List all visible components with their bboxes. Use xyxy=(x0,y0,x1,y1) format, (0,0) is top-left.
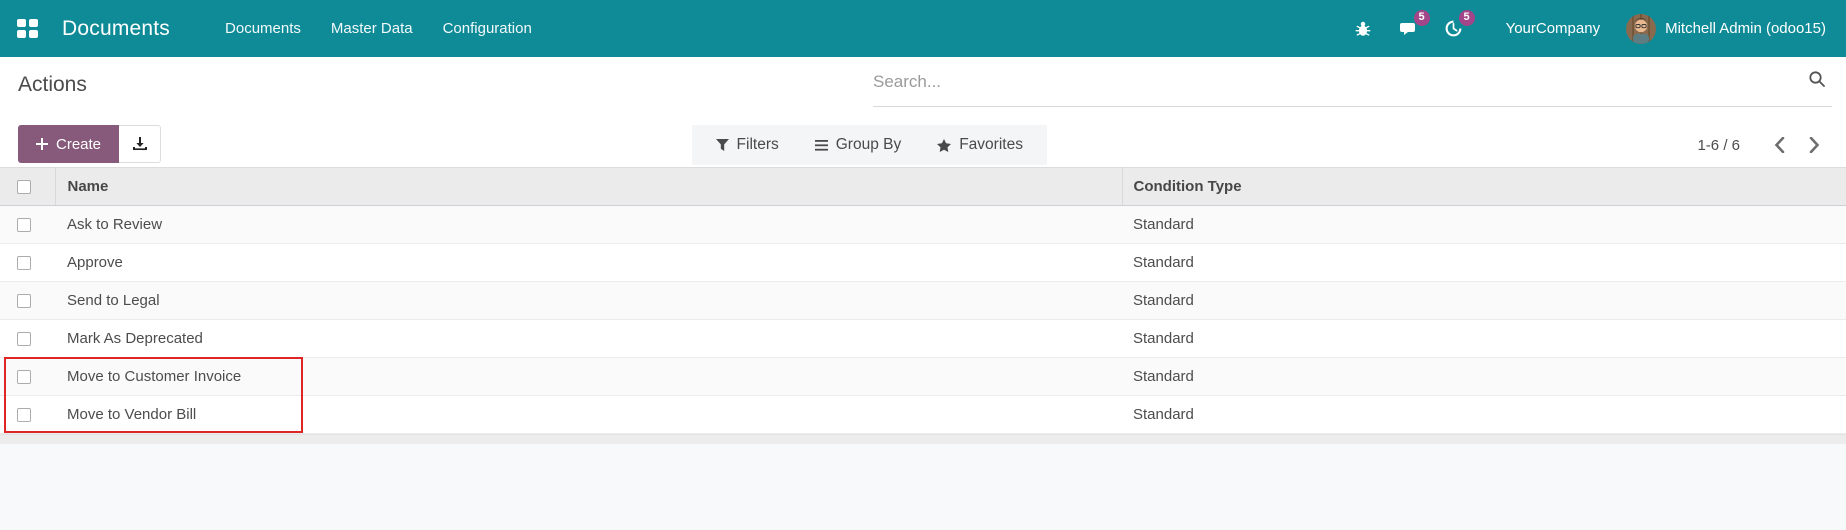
user-menu[interactable]: Mitchell Admin (odoo15) xyxy=(1622,0,1830,57)
row-condition-type[interactable]: Standard xyxy=(1122,396,1846,434)
menu-master-data[interactable]: Master Data xyxy=(316,0,428,57)
apps-grid-square xyxy=(17,19,26,27)
apps-grid-square xyxy=(29,30,38,38)
activities-menu[interactable]: 5 xyxy=(1431,0,1476,57)
download-export-icon xyxy=(132,137,148,152)
search-bar xyxy=(873,57,1832,107)
search-options-bar: Filters Group By Favorites xyxy=(692,125,1047,165)
row-condition-type[interactable]: Standard xyxy=(1122,320,1846,358)
export-button[interactable] xyxy=(119,125,161,163)
pager-next-button[interactable] xyxy=(1797,131,1832,159)
table-row[interactable]: Mark As Deprecated Standard xyxy=(0,320,1846,358)
menu-documents[interactable]: Documents xyxy=(210,0,316,57)
table-row[interactable]: Approve Standard xyxy=(0,244,1846,282)
apps-menu-icon[interactable] xyxy=(17,19,38,38)
search-icon[interactable] xyxy=(1802,70,1832,93)
table-row-highlighted[interactable]: Move to Vendor Bill Standard xyxy=(0,396,1846,434)
column-header-name[interactable]: Name xyxy=(55,168,1122,206)
table-row-highlighted[interactable]: Move to Customer Invoice Standard xyxy=(0,358,1846,396)
company-switcher[interactable]: YourCompany xyxy=(1476,0,1623,57)
group-by-label: Group By xyxy=(836,136,901,154)
group-by-button[interactable]: Group By xyxy=(797,125,919,165)
messages-menu[interactable]: 5 xyxy=(1385,0,1431,57)
row-name[interactable]: Send to Legal xyxy=(55,282,1122,320)
action-buttons: Create xyxy=(18,125,161,163)
row-name[interactable]: Approve xyxy=(55,244,1122,282)
list-view: Name Condition Type Ask to Review Standa… xyxy=(0,167,1846,434)
empty-content-area xyxy=(0,444,1846,530)
star-icon xyxy=(937,139,951,152)
bars-icon xyxy=(815,140,828,151)
apps-grid-square xyxy=(29,19,38,27)
debug-bug-icon[interactable] xyxy=(1341,0,1385,57)
favorites-label: Favorites xyxy=(959,136,1023,154)
menu-configuration[interactable]: Configuration xyxy=(428,0,547,57)
row-condition-type[interactable]: Standard xyxy=(1122,206,1846,244)
table-footer-strip xyxy=(0,434,1846,444)
main-menu: Documents Master Data Configuration xyxy=(210,0,547,57)
create-button[interactable]: Create xyxy=(18,125,119,163)
plus-icon xyxy=(36,138,48,150)
row-checkbox[interactable] xyxy=(17,408,31,422)
actions-table: Name Condition Type Ask to Review Standa… xyxy=(0,167,1846,434)
page-title: Actions xyxy=(18,57,87,112)
select-all-header xyxy=(0,168,55,206)
select-all-checkbox[interactable] xyxy=(17,180,31,194)
search-input[interactable] xyxy=(873,72,1802,92)
row-name[interactable]: Move to Vendor Bill xyxy=(55,396,1122,434)
chevron-right-icon xyxy=(1809,137,1820,153)
pager: 1-6 / 6 xyxy=(1697,125,1832,165)
pager-previous-button[interactable] xyxy=(1762,131,1797,159)
row-name[interactable]: Ask to Review xyxy=(55,206,1122,244)
row-checkbox[interactable] xyxy=(17,218,31,232)
favorites-button[interactable]: Favorites xyxy=(919,125,1041,165)
row-checkbox[interactable] xyxy=(17,332,31,346)
pager-value: 1-6 / 6 xyxy=(1697,137,1740,154)
activities-badge: 5 xyxy=(1459,10,1475,26)
filters-label: Filters xyxy=(737,136,779,154)
funnel-icon xyxy=(716,139,729,151)
row-checkbox[interactable] xyxy=(17,294,31,308)
control-panel-bottom: Create Filters Group By xyxy=(0,112,1846,167)
table-header-row: Name Condition Type xyxy=(0,168,1846,206)
messages-badge: 5 xyxy=(1414,10,1430,26)
apps-grid-square xyxy=(17,30,26,38)
table-row[interactable]: Ask to Review Standard xyxy=(0,206,1846,244)
row-condition-type[interactable]: Standard xyxy=(1122,282,1846,320)
user-name: Mitchell Admin (odoo15) xyxy=(1665,20,1826,37)
avatar xyxy=(1626,14,1656,44)
row-name[interactable]: Move to Customer Invoice xyxy=(55,358,1122,396)
navbar-right: 5 5 YourCompany xyxy=(1341,0,1830,57)
row-name[interactable]: Mark As Deprecated xyxy=(55,320,1122,358)
table-row[interactable]: Send to Legal Standard xyxy=(0,282,1846,320)
filters-button[interactable]: Filters xyxy=(698,125,797,165)
app-title[interactable]: Documents xyxy=(62,17,170,41)
row-condition-type[interactable]: Standard xyxy=(1122,244,1846,282)
row-checkbox[interactable] xyxy=(17,256,31,270)
create-button-label: Create xyxy=(56,136,101,153)
row-checkbox[interactable] xyxy=(17,370,31,384)
bug-icon xyxy=(1354,20,1372,38)
control-panel: Actions Create xyxy=(0,57,1846,167)
chevron-left-icon xyxy=(1774,137,1785,153)
control-panel-top: Actions xyxy=(0,57,1846,112)
column-header-condition-type[interactable]: Condition Type xyxy=(1122,168,1846,206)
top-navbar: Documents Documents Master Data Configur… xyxy=(0,0,1846,57)
row-condition-type[interactable]: Standard xyxy=(1122,358,1846,396)
